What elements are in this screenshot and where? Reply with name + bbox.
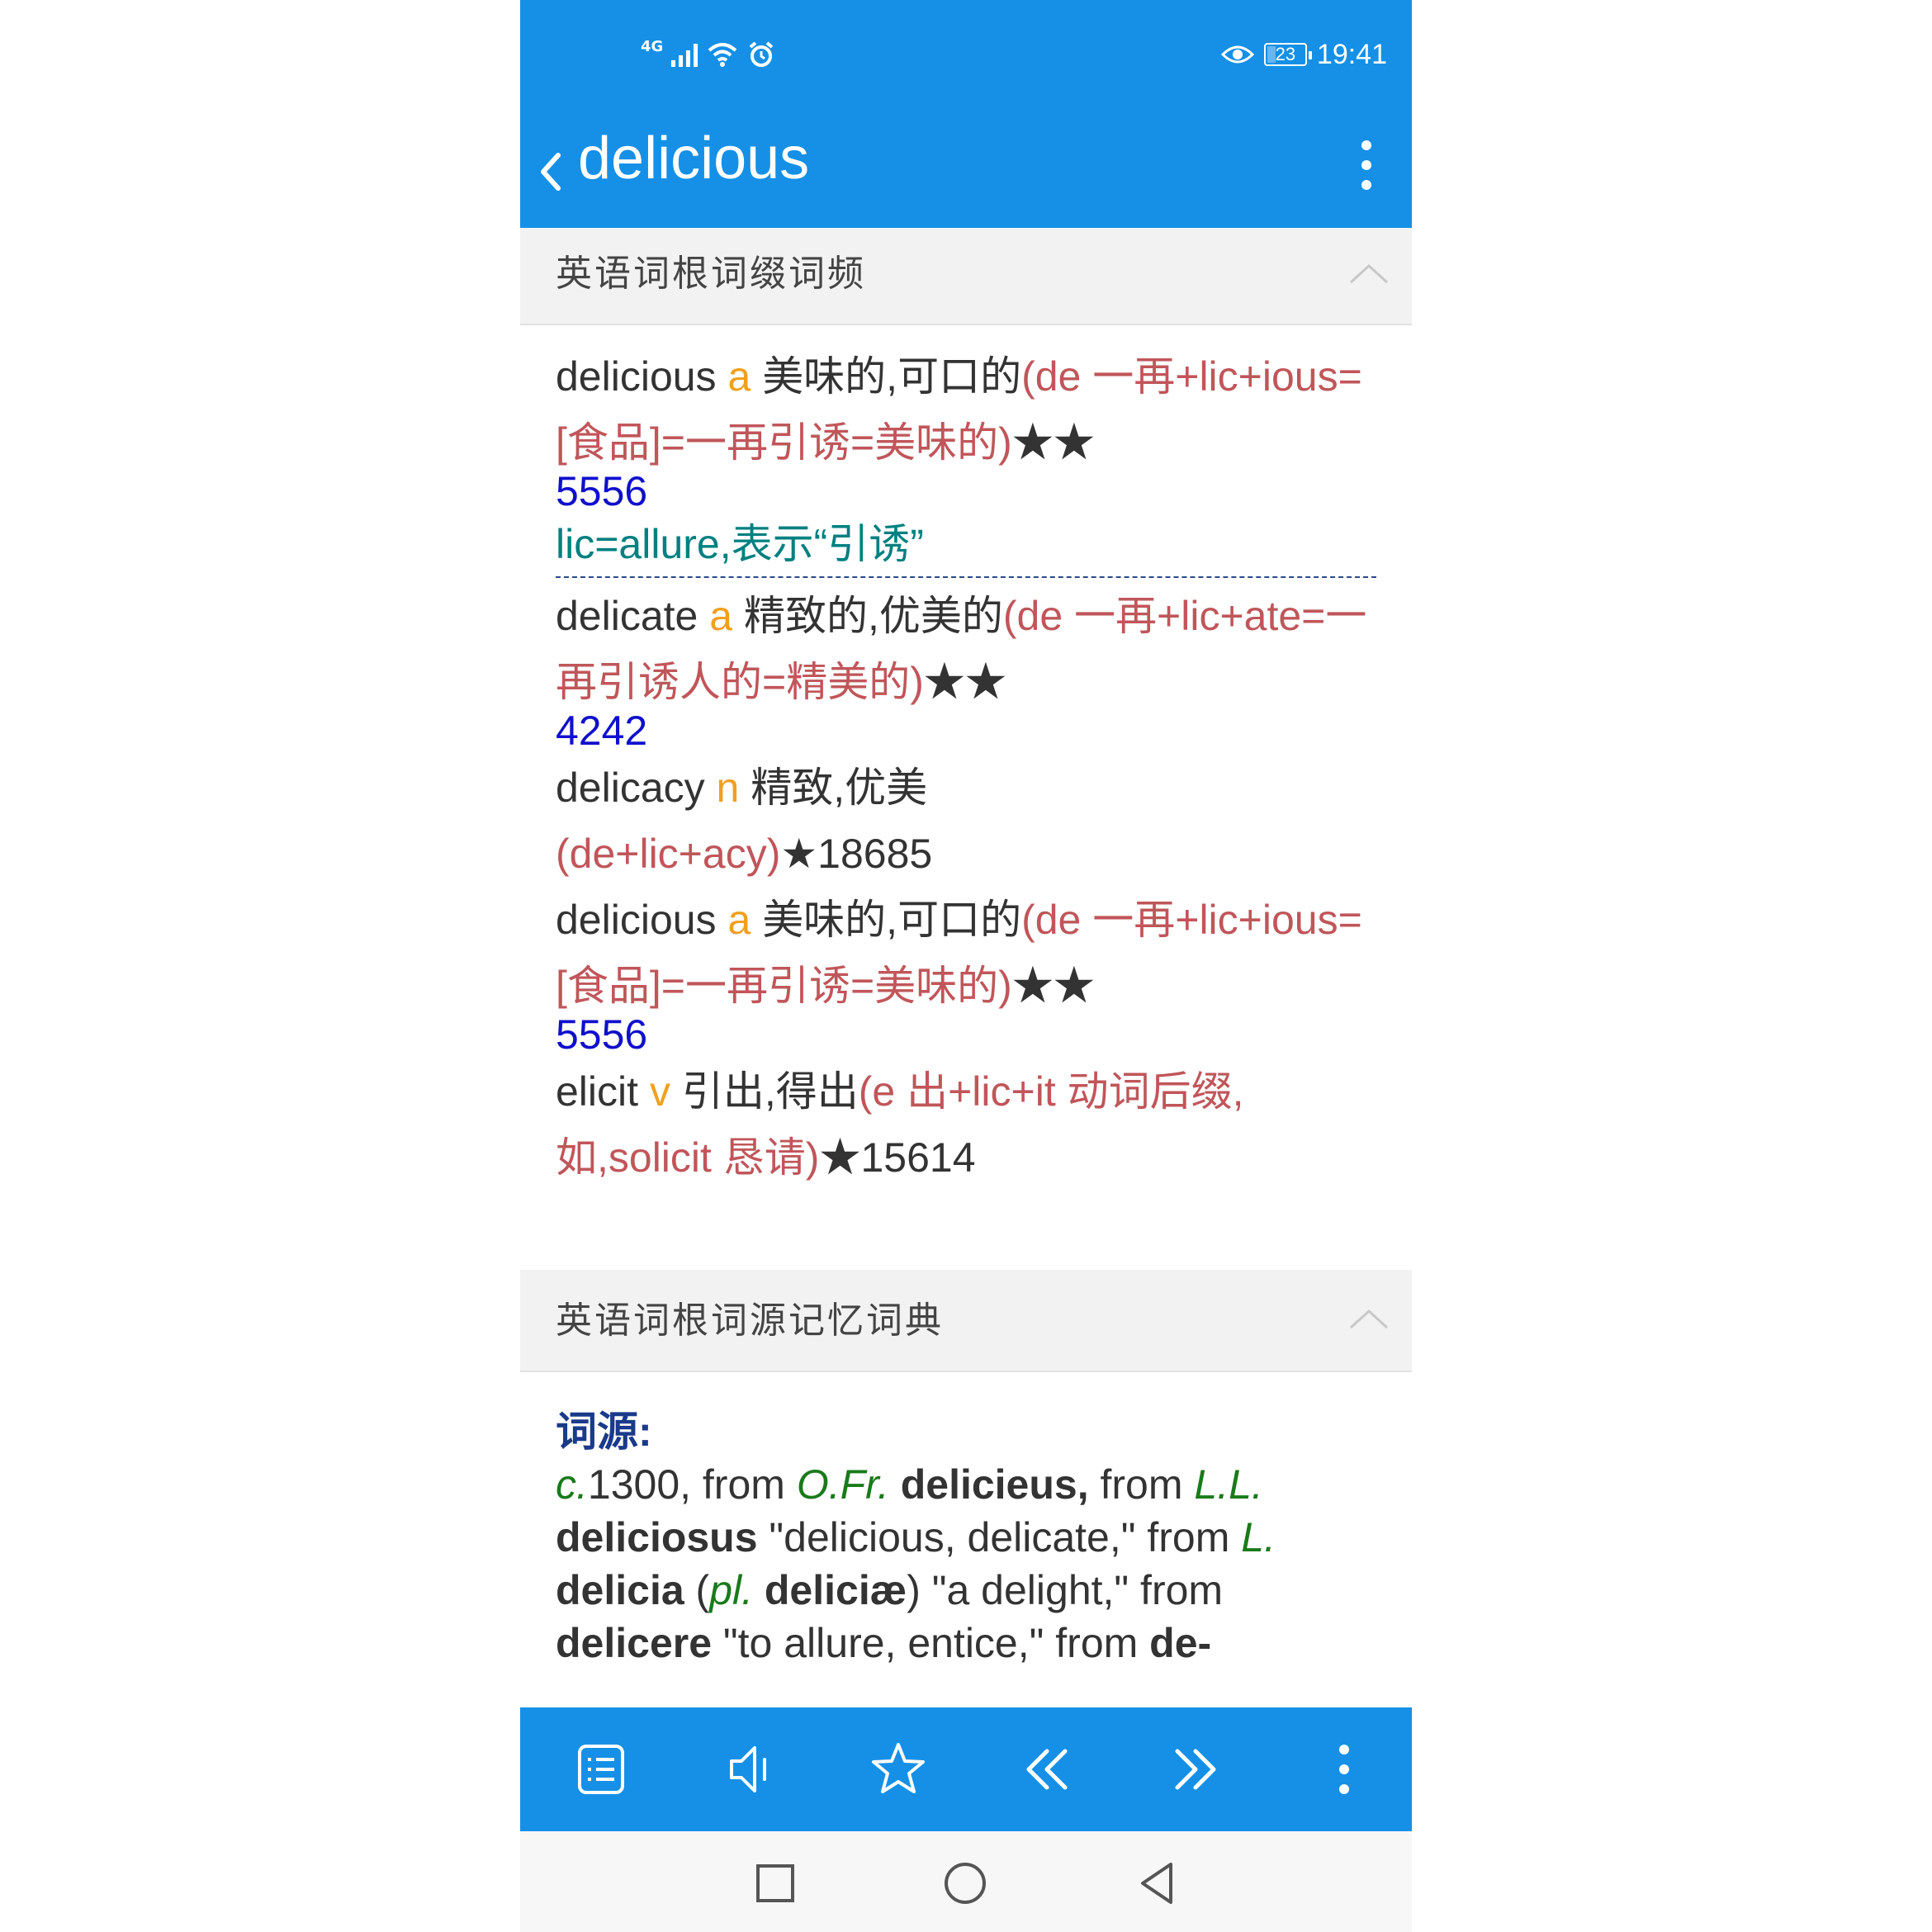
entry-pos: n — [716, 765, 740, 811]
text: "delicious, delicate," from — [757, 1514, 1242, 1560]
text: ) "a delight," from — [907, 1567, 1224, 1613]
network-type: 4G — [641, 37, 664, 55]
alarm-icon — [750, 41, 774, 67]
entry-definition: 精致,优美 — [751, 765, 928, 811]
entry-delicious-2: delicious a 美味的,可口的(de 一再+lic+ious=[食品]=… — [556, 887, 1376, 1058]
abbr-latin: L. — [1241, 1514, 1276, 1560]
recent-apps-icon[interactable] — [753, 1861, 798, 1906]
entry-pos: a — [727, 897, 751, 943]
etymology-text: 词源: c.1300, from O.Fr. delicieus, from L… — [520, 1372, 1412, 1669]
abbr-late-latin: L.L. — [1194, 1461, 1263, 1508]
back-triangle-icon[interactable] — [1134, 1861, 1179, 1906]
top-bar: 4G 23 19:41 delicious — [520, 0, 1412, 228]
entry-stars: ★★ — [1011, 963, 1095, 1009]
double-chevron-left-icon[interactable] — [1014, 1736, 1080, 1802]
entry-elicit: elicit v 引出,得出(e 出+lic+it 动词后缀,如,solicit… — [556, 1058, 1376, 1191]
entry-frequency: 5556 — [556, 1011, 648, 1058]
speaker-icon[interactable] — [718, 1736, 784, 1802]
entry-word[interactable]: delicious — [556, 353, 717, 400]
chevron-up-icon[interactable] — [1347, 1298, 1390, 1341]
entry-pos: v — [649, 1068, 670, 1115]
word: de- — [1149, 1620, 1212, 1666]
section-title: 英语词根词缀词频 — [556, 253, 866, 295]
entry-definition: 精致的,优美的 — [743, 593, 1003, 639]
entry-frequency: 4242 — [556, 708, 648, 754]
wifi-icon — [708, 43, 737, 67]
entry-word[interactable]: delicacy — [556, 765, 705, 811]
battery-icon: 23 — [1263, 43, 1312, 66]
signal-icon — [671, 42, 698, 67]
battery-level: 23 — [1275, 44, 1296, 64]
entry-definition: 引出,得出 — [681, 1068, 859, 1115]
entry-stars: ★★ — [923, 659, 1006, 705]
text: ( — [684, 1567, 710, 1613]
word: deliciæ — [753, 1567, 907, 1613]
status-right: 23 19:41 — [1220, 38, 1387, 71]
entry-delicate: delicate a 精致的,优美的(de 一再+lic+ate=一再引诱人的=… — [556, 583, 1376, 755]
text: 1300, from — [587, 1461, 797, 1508]
entry-definition: 美味的,可口的 — [762, 897, 1022, 943]
entry-pos: a — [727, 353, 751, 400]
frequency-entries: delicious a 美味的,可口的(de 一再+lic+ious=[食品]=… — [520, 325, 1412, 1191]
text: "to allure, entice," from — [712, 1620, 1150, 1666]
word: delicere — [556, 1620, 713, 1666]
status-left: 4G — [641, 38, 775, 71]
phone-screen: 4G 23 19:41 delicious 英语词根词缀词频 delicious… — [520, 0, 1412, 1932]
entry-etymology: (de+lic+acy) — [556, 831, 781, 877]
entry-delicious: delicious a 美味的,可口的(de 一再+lic+ious=[食品]=… — [556, 343, 1376, 578]
word: delicieus, — [888, 1461, 1089, 1508]
eye-icon — [1220, 45, 1254, 64]
entry-stars: ★18685 — [780, 831, 933, 877]
abbr-plural: pl. — [709, 1567, 753, 1613]
app-bar: delicious — [520, 109, 1412, 228]
word: delicia — [556, 1567, 684, 1613]
entry-definition: 美味的,可口的 — [762, 353, 1022, 400]
entry-word[interactable]: elicit — [556, 1068, 638, 1115]
bottom-toolbar — [520, 1707, 1412, 1831]
entry-word[interactable]: delicious — [556, 897, 717, 943]
clock: 19:41 — [1316, 38, 1387, 70]
section-header-frequency[interactable]: 英语词根词缀词频 — [520, 228, 1412, 325]
entry-frequency: 5556 — [556, 468, 648, 514]
more-vertical-icon[interactable] — [1346, 134, 1387, 200]
list-icon[interactable] — [568, 1736, 634, 1802]
system-nav-bar — [520, 1831, 1412, 1932]
text: from — [1088, 1461, 1195, 1508]
entry-pos: a — [709, 593, 733, 639]
entry-stars: ★★ — [1011, 419, 1095, 466]
chevron-up-icon[interactable] — [1347, 253, 1390, 296]
abbr-circa: c. — [556, 1461, 588, 1508]
entry-delicacy: delicacy n 精致,优美 (de+lic+acy)★18685 — [556, 755, 1376, 887]
section-header-etymology[interactable]: 英语词根词源记忆词典 — [520, 1270, 1412, 1372]
abbr-old-french: O.Fr. — [796, 1461, 889, 1508]
star-icon[interactable] — [865, 1736, 931, 1802]
section-title: 英语词根词源记忆词典 — [556, 1300, 944, 1342]
more-vertical-icon[interactable] — [1311, 1736, 1377, 1802]
home-icon[interactable] — [943, 1861, 987, 1906]
entry-stars: ★15614 — [819, 1134, 976, 1181]
page-title: delicious — [578, 125, 810, 192]
word: deliciosus — [556, 1514, 758, 1560]
back-arrow-icon[interactable] — [528, 134, 578, 208]
entry-word[interactable]: delicate — [556, 593, 698, 639]
content-area[interactable]: 英语词根词缀词频 delicious a 美味的,可口的(de 一再+lic+i… — [520, 228, 1412, 1707]
etymology-heading: 词源: — [556, 1409, 652, 1455]
double-chevron-right-icon[interactable] — [1163, 1736, 1229, 1802]
entry-note: lic=allure,表示“引诱” — [556, 515, 1376, 578]
status-bar: 4G 23 19:41 — [520, 0, 1412, 109]
